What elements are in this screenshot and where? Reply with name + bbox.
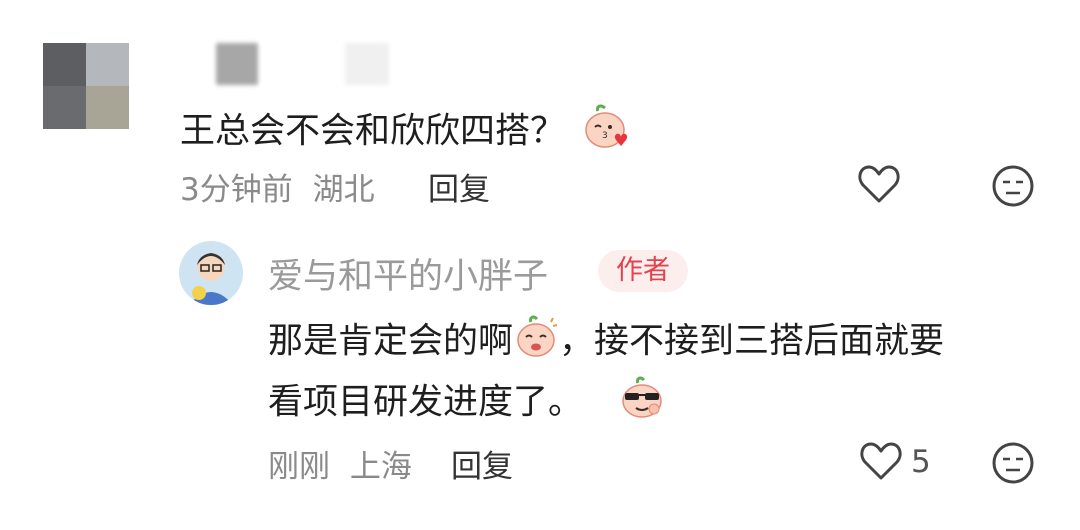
reply-text-part-3: 看项目研发进度了。 — [268, 382, 584, 423]
reply-text-part-2: ，接不接到三搭后面就要 — [559, 321, 945, 362]
commenter-name-redacted-2 — [345, 43, 389, 85]
commenter-name-redacted — [216, 43, 258, 85]
author-username[interactable]: 爱与和平的小胖子 — [268, 248, 548, 299]
blowing-kiss-peach-emoji: 3 — [580, 102, 630, 163]
reply-location: 上海 — [349, 449, 412, 485]
meh-face-icon[interactable] — [991, 164, 1035, 212]
sweat-smile-peach-emoji — [513, 314, 559, 371]
svg-text:3: 3 — [602, 131, 608, 141]
cool-sunglasses-peach-emoji — [616, 375, 668, 432]
reply-time: 刚刚 — [268, 449, 330, 485]
reply-meta: 刚刚 上海 — [268, 441, 412, 486]
like-count: 5 — [911, 444, 931, 480]
reply-reply-button[interactable]: 回复 — [451, 441, 513, 486]
author-avatar[interactable] — [179, 241, 243, 305]
comment-reply-button[interactable]: 回复 — [428, 164, 490, 209]
comment-time: 3分钟前 — [180, 172, 293, 208]
comment-location: 湖北 — [312, 172, 375, 208]
comment-body: 王总会不会和欣欣四搭？ 3 — [180, 102, 630, 163]
reply-body-line-1: 那是肯定会的啊 ，接不接到三搭后面就要 — [268, 314, 944, 371]
commenter-avatar[interactable] — [43, 43, 129, 129]
reply-text-part-1: 那是肯定会的啊 — [268, 321, 514, 362]
meh-face-icon[interactable] — [991, 441, 1035, 489]
heart-outline-icon[interactable] — [857, 163, 901, 209]
author-badge: 作者 — [598, 250, 688, 292]
reply-body-line-2: 看项目研发进度了。 — [268, 375, 668, 432]
heart-outline-icon[interactable] — [859, 440, 903, 486]
comment-meta: 3分钟前 湖北 — [180, 164, 375, 209]
comment-text: 王总会不会和欣欣四搭？ — [180, 111, 566, 152]
